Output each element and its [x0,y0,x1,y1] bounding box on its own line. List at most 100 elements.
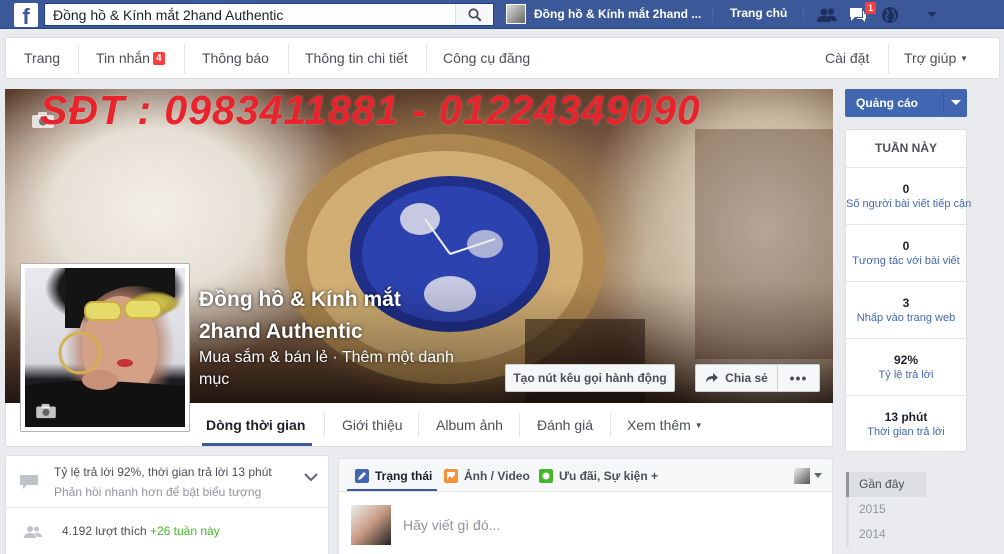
divider [184,44,185,74]
messages-count-badge: 4 [152,52,165,65]
profile-name: Đồng hồ & Kính mắt 2hand ... [534,7,702,21]
stat-response-time[interactable]: 13 phút Thời gian trả lời [846,396,966,453]
likes-weekly: +26 tuần này [149,524,220,538]
post-input[interactable]: Hãy viết gì đó... [403,517,500,533]
share-button[interactable]: Chia sẻ [695,364,778,392]
divider [6,507,328,508]
friend-requests-button[interactable] [815,4,839,26]
page-title-line: Đồng hồ & Kính mắt [199,288,401,311]
caret-down-icon: ▼ [960,54,969,63]
avatar [351,505,391,545]
tab-timeline[interactable]: Dòng thời gian [206,417,305,433]
caret-down-icon[interactable] [814,473,822,478]
share-arrow-icon [706,373,719,383]
notifications-button[interactable] [878,4,902,26]
avatar[interactable] [794,468,810,484]
divider [943,92,944,114]
messages-badge: 1 [864,1,878,15]
response-rate-text: Tỷ lệ trả lời 92%, thời gian trả lời 13 … [54,465,272,479]
nav-item-settings[interactable]: Cài đặt [825,50,869,66]
facebook-logo-icon[interactable]: f [14,3,38,27]
stat-value: 0 [902,239,910,253]
nav-item-help[interactable]: Trợ giúp ▼ [904,50,968,66]
pencil-icon [355,469,369,483]
stat-reach[interactable]: 0 Số người bài viết tiếp cận [846,168,971,225]
divider [418,413,419,437]
search-box[interactable] [44,3,494,26]
stat-website-clicks[interactable]: 3 Nhấp vào trang web [846,282,966,339]
stat-value: 92% [893,353,919,367]
response-info-card: Tỷ lệ trả lời 92%, thời gian trả lời 13 … [5,455,329,554]
timeline-years: Gần đây 2015 2014 [846,472,926,547]
divider [803,7,804,22]
tab-offer-label: Ưu đãi, Sự kiện + [559,469,659,483]
profile-picture[interactable] [20,263,190,432]
post-composer: Trạng thái Ảnh / Video Ưu đãi, Sự kiện +… [338,458,833,554]
tab-photo-label: Ảnh / Video [464,469,530,483]
page-admin-nav: Trang Tin nhắn 4 Thông báo Thông tin chi … [5,37,1000,79]
caret-down-icon[interactable] [951,100,961,105]
tab-photos[interactable]: Album ảnh [436,417,503,433]
likes-count[interactable]: 4.192 lượt thích +26 tuần này [62,524,220,538]
camera-icon[interactable] [35,403,57,419]
photo-icon [444,469,458,483]
stat-engagement[interactable]: 0 Tương tác với bài viết [846,225,966,282]
stats-title: TUẦN NÀY [846,130,966,168]
promote-button[interactable]: Quảng cáo [845,89,967,117]
page-category[interactable]: Mua sắm & bán lẻ · Thêm một danh mục [199,347,499,391]
tab-about[interactable]: Giới thiệu [342,417,403,433]
stat-value: 0 [902,182,910,196]
message-bubble-icon [20,475,38,489]
nav-item-page[interactable]: Trang [24,50,60,66]
tab-status[interactable]: Trạng thái [355,469,432,483]
globe-icon [882,7,898,23]
nav-item-insights[interactable]: Thông tin chi tiết [305,50,408,66]
divider [519,413,520,437]
tab-reviews[interactable]: Đánh giá [537,417,593,433]
tab-more[interactable]: Xem thêm ▼ [627,417,703,433]
create-call-to-action-button[interactable]: Tạo nút kêu gọi hành động [505,364,675,392]
tab-more-label: Xem thêm [627,417,691,433]
avatar [506,4,526,24]
offer-icon [539,469,553,483]
tab-offer-event[interactable]: Ưu đãi, Sự kiện + [539,469,658,483]
year-recent[interactable]: Gần đây [846,472,926,497]
composer-tabs: Trạng thái Ảnh / Video Ưu đãi, Sự kiện + [339,459,832,492]
tab-status-label: Trạng thái [375,469,433,483]
year-2015[interactable]: 2015 [846,497,926,522]
account-menu-button[interactable] [920,4,944,26]
promote-label: Quảng cáo [856,96,919,110]
divider [288,44,289,74]
page-title-line: 2hand Authentic [199,320,363,343]
more-options-button[interactable]: ••• [778,364,820,392]
divider [888,44,889,74]
search-input[interactable] [45,4,455,25]
nav-item-publishing-tools[interactable]: Công cụ đăng [443,50,530,66]
weekly-stats-panel: TUẦN NÀY 0 Số người bài viết tiếp cận 0 … [845,129,971,453]
divider [78,44,79,74]
nav-item-notifications[interactable]: Thông báo [202,50,269,66]
search-button[interactable] [455,4,493,25]
page-title[interactable]: Đồng hồ & Kính mắt 2hand Authentic [199,284,479,348]
tab-photo-video[interactable]: Ảnh / Video [444,469,530,483]
nav-item-messages[interactable]: Tin nhắn 4 [96,50,165,66]
stat-label: Tỷ lệ trả lời [878,369,934,381]
likes-total: 4.192 lượt thích [62,524,147,538]
caret-down-icon: ▼ [694,421,703,430]
profile-image [25,268,185,427]
nav-item-label: Tin nhắn [96,50,150,66]
stat-response-rate[interactable]: 92% Tỷ lệ trả lời [846,339,966,396]
divider [426,44,427,74]
home-link[interactable]: Trang chủ [730,6,787,20]
share-label: Chia sẻ [725,371,768,385]
stat-label: Tương tác với bài viết [852,255,960,267]
profile-shortcut[interactable]: Đồng hồ & Kính mắt 2hand ... [506,3,701,25]
stat-label: Nhấp vào trang web [856,312,956,324]
active-tab-indicator [347,489,437,491]
year-2014[interactable]: 2014 [846,522,926,547]
response-hint-text: Phản hồi nhanh hơn để bật biểu tượng [54,485,262,499]
divider [324,413,325,437]
caret-down-icon [927,12,937,17]
page-category-line: mục [199,371,230,388]
chevron-down-icon[interactable] [304,472,318,482]
